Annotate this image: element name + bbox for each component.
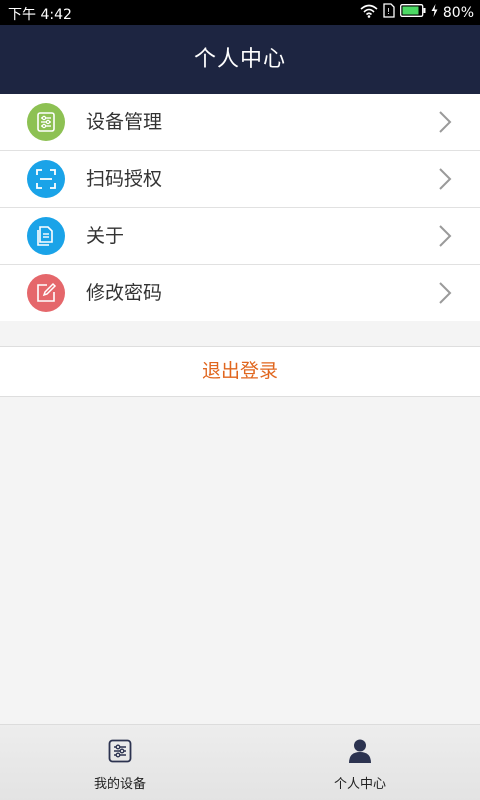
status-time: 下午 4:42 xyxy=(8,7,72,23)
chevron-right-icon xyxy=(438,282,452,308)
tab-label: 我的设备 xyxy=(93,777,146,792)
page-title: 个人中心 xyxy=(193,47,286,72)
app-header: 个人中心 xyxy=(0,25,480,94)
svg-text:!: ! xyxy=(387,7,390,16)
scan-icon xyxy=(27,160,65,198)
status-icons: ! 80% xyxy=(355,3,474,22)
menu-item-label: 关于 xyxy=(86,225,125,247)
charging-icon xyxy=(431,4,438,21)
edit-icon xyxy=(27,274,65,312)
chevron-right-icon xyxy=(438,225,452,251)
tab-personal-center[interactable]: 个人中心 xyxy=(240,725,480,800)
sliders-icon xyxy=(108,738,132,764)
menu-item-about[interactable]: 关于 xyxy=(0,208,480,265)
menu-list: 设备管理 扫码授权 关于 修改密码 xyxy=(0,94,480,321)
status-bar: 下午 4:42 ! 80% xyxy=(0,0,480,25)
menu-item-label: 修改密码 xyxy=(86,282,163,304)
menu-item-scan-authorize[interactable]: 扫码授权 xyxy=(0,151,480,208)
menu-item-label: 扫码授权 xyxy=(86,168,163,190)
chevron-right-icon xyxy=(438,111,452,137)
sim-icon: ! xyxy=(383,3,395,22)
battery-percent: 80% xyxy=(442,4,474,21)
battery-icon xyxy=(399,4,426,21)
wifi-icon xyxy=(360,4,378,22)
logout-button[interactable]: 退出登录 xyxy=(0,346,480,397)
screen: 下午 4:42 ! 80% 个人中心 设备管理 扫码授权 关于 修改密码 退出登… xyxy=(0,0,480,800)
device-settings-icon xyxy=(27,103,65,141)
menu-item-label: 设备管理 xyxy=(86,111,163,133)
chevron-right-icon xyxy=(438,168,452,194)
document-icon xyxy=(27,217,65,255)
bottom-nav: 我的设备 个人中心 xyxy=(0,724,480,800)
tab-label: 个人中心 xyxy=(333,777,386,792)
menu-item-device-management[interactable]: 设备管理 xyxy=(0,94,480,151)
person-icon xyxy=(348,738,372,764)
tab-my-devices[interactable]: 我的设备 xyxy=(0,725,240,800)
menu-item-change-password[interactable]: 修改密码 xyxy=(0,265,480,321)
